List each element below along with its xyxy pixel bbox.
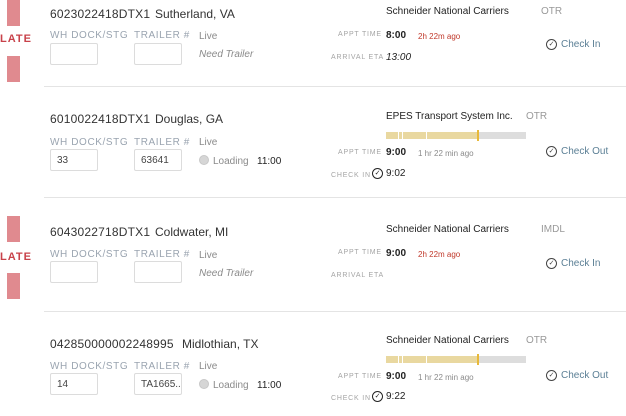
- trailer-input[interactable]: [134, 261, 182, 283]
- trailer-input[interactable]: 63641: [134, 149, 182, 171]
- check-in-label: Check In: [561, 258, 601, 270]
- check-in-button[interactable]: ✓ Check In: [546, 258, 600, 270]
- trailer-label: TRAILER #: [134, 137, 190, 148]
- load-id[interactable]: 6010022418DTX1: [50, 112, 150, 126]
- appt-time: 8:00: [386, 30, 407, 41]
- progress-marker: [477, 130, 480, 141]
- check-out-button[interactable]: ✓ Check Out: [546, 146, 608, 158]
- progress-tick: [398, 356, 399, 363]
- progress-tick: [398, 132, 399, 139]
- load-id[interactable]: 6043022718DTX1: [50, 225, 150, 239]
- mode-label: OTR: [526, 111, 548, 122]
- check-circle-icon: ✓: [372, 168, 383, 179]
- wh-dock-label: WH DOCK/STG: [50, 137, 129, 148]
- wh-dock-input[interactable]: 14: [50, 373, 98, 395]
- live-label: Live: [199, 361, 218, 372]
- late-indicator-bar: [7, 0, 20, 26]
- trailer-label: TRAILER #: [134, 249, 190, 260]
- progress-tick: [402, 132, 403, 139]
- live-label: Live: [199, 137, 218, 148]
- location: Midlothian, TX: [182, 337, 259, 351]
- appt-progress-bar: [386, 354, 526, 365]
- divider: [44, 86, 626, 87]
- wh-dock-input[interactable]: [50, 43, 98, 65]
- loading-time: 11:00: [257, 380, 282, 391]
- check-circle-icon: ✓: [546, 258, 557, 269]
- loading-dot-icon: [199, 379, 209, 389]
- check-in-button[interactable]: ✓ Check In: [546, 39, 600, 51]
- progress-tick: [426, 132, 427, 139]
- progress-tick: [426, 356, 427, 363]
- appt-progress-bar: [386, 130, 526, 141]
- carrier-name: Schneider National Carriers: [386, 335, 509, 346]
- mode-label: IMDL: [541, 224, 565, 235]
- wh-dock-input[interactable]: 33: [50, 149, 98, 171]
- progress-fill: [386, 132, 479, 139]
- loading-time: 11:00: [257, 156, 282, 167]
- late-indicator-bar: [7, 216, 20, 242]
- check-circle-icon: ✓: [546, 146, 557, 157]
- location: Douglas, GA: [155, 112, 224, 126]
- divider: [44, 197, 626, 198]
- check-circle-icon: ✓: [546, 39, 557, 50]
- appt-ago: 1 hr 22 min ago: [418, 373, 474, 382]
- arrival-eta-label: ARRIVAL ETA: [331, 272, 385, 279]
- trailer-input[interactable]: TA1665...: [134, 373, 182, 395]
- carrier-name: Schneider National Carriers: [386, 6, 509, 17]
- arrival-eta-label: ARRIVAL ETA: [331, 54, 385, 61]
- check-out-label: Check Out: [561, 146, 609, 158]
- appt-time-label: APPT TIME: [338, 31, 382, 38]
- wh-dock-label: WH DOCK/STG: [50, 361, 129, 372]
- trailer-input[interactable]: [134, 43, 182, 65]
- wh-dock-label: WH DOCK/STG: [50, 249, 129, 260]
- appt-ago: 2h 22m ago: [418, 32, 461, 41]
- live-label: Live: [199, 31, 218, 42]
- appt-time-label: APPT TIME: [338, 373, 382, 380]
- check-in-label: Check In: [561, 39, 601, 51]
- appt-ago: 2h 22m ago: [418, 250, 461, 259]
- check-in-label: CHECK IN: [331, 395, 371, 402]
- location: Sutherland, VA: [155, 7, 235, 21]
- appt-ago: 1 hr 22 min ago: [418, 149, 474, 158]
- appt-time-label: APPT TIME: [338, 249, 382, 256]
- appt-time: 9:00: [386, 371, 407, 382]
- check-circle-icon: ✓: [372, 391, 383, 402]
- progress-marker: [477, 354, 480, 365]
- late-label: LATE: [0, 251, 32, 263]
- trailer-label: TRAILER #: [134, 361, 190, 372]
- check-out-label: Check Out: [561, 370, 609, 382]
- loading-label: Loading: [213, 156, 249, 167]
- arrival-eta: 13:00: [386, 52, 412, 63]
- mode-label: OTR: [526, 335, 548, 346]
- load-id[interactable]: 042850000002248995: [50, 337, 174, 351]
- progress-fill: [386, 356, 479, 363]
- check-circle-icon: ✓: [546, 370, 557, 381]
- late-indicator-bar: [7, 273, 20, 299]
- check-out-button[interactable]: ✓ Check Out: [546, 370, 608, 382]
- wh-dock-label: WH DOCK/STG: [50, 30, 129, 41]
- late-label: LATE: [0, 33, 32, 45]
- trailer-label: TRAILER #: [134, 30, 190, 41]
- appt-time: 9:00: [386, 147, 407, 158]
- need-trailer-label: Need Trailer: [199, 268, 254, 279]
- load-id[interactable]: 6023022418DTX1: [50, 7, 150, 21]
- appt-time-label: APPT TIME: [338, 149, 382, 156]
- loading-dot-icon: [199, 155, 209, 165]
- late-indicator-bar: [7, 56, 20, 82]
- appt-time: 9:00: [386, 248, 407, 259]
- check-in-time: 9:22: [386, 391, 406, 402]
- mode-label: OTR: [541, 6, 563, 17]
- check-in-time: 9:02: [386, 168, 406, 179]
- loading-label: Loading: [213, 380, 249, 391]
- carrier-name: EPES Transport System Inc.: [386, 111, 513, 122]
- check-in-label: CHECK IN: [331, 172, 371, 179]
- live-label: Live: [199, 250, 218, 261]
- location: Coldwater, MI: [155, 225, 229, 239]
- divider: [44, 311, 626, 312]
- progress-tick: [402, 356, 403, 363]
- need-trailer-label: Need Trailer: [199, 49, 254, 60]
- wh-dock-input[interactable]: [50, 261, 98, 283]
- carrier-name: Schneider National Carriers: [386, 224, 509, 235]
